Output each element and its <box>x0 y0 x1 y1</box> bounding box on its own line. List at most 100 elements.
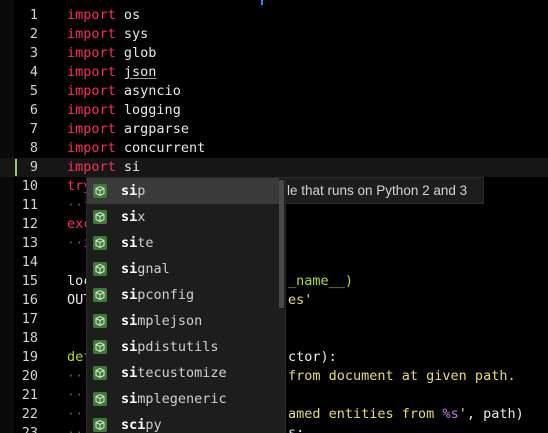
identifier: , path) <box>466 406 524 422</box>
doc-tooltip-text: le that runs on Python 2 and 3 <box>287 183 468 198</box>
package-icon <box>93 288 107 302</box>
autocomplete-item[interactable]: sip <box>87 178 279 204</box>
code-tail: ctor): <box>288 348 337 367</box>
code-text: import asyncio <box>67 82 181 101</box>
code-tail: from document at given path. <box>288 367 516 386</box>
line-number: 17 <box>21 311 38 327</box>
line-change-marker <box>15 159 17 176</box>
package-icon <box>93 314 107 328</box>
package-icon <box>93 340 107 354</box>
dunder-name: _name__) <box>288 273 354 289</box>
code-text: import os <box>67 6 140 25</box>
indent-guide: ·· <box>67 197 84 213</box>
package-icon <box>93 184 107 198</box>
code-line[interactable]: 4 import json <box>0 63 548 82</box>
indent-guide: ·· <box>67 425 84 433</box>
code-text: import si <box>67 158 140 177</box>
package-icon <box>93 210 107 224</box>
code-line[interactable]: 7 import argparse <box>0 120 548 139</box>
code-text: ·· <box>67 424 83 433</box>
line-number: 21 <box>21 387 38 403</box>
package-icon <box>93 236 107 250</box>
identifier: logging <box>123 102 181 118</box>
line-number: 7 <box>29 121 38 137</box>
code-text: ·· <box>67 405 83 424</box>
identifier: os <box>123 7 141 23</box>
keyword: import <box>67 26 116 42</box>
line-number: 3 <box>29 45 38 61</box>
autocomplete-item-label: sitecustomize <box>121 365 227 381</box>
autocomplete-item[interactable]: six <box>87 204 279 230</box>
autocomplete-item[interactable]: sitecustomize <box>87 360 279 386</box>
code-editor[interactable]: 1 import os 2 import sys 3 import glob 4 import… <box>0 0 548 433</box>
line-number: 5 <box>29 83 38 99</box>
line-number: 18 <box>21 330 38 346</box>
autocomplete-popup[interactable]: sip six site signal sipconfig simplejson sipdi… <box>86 177 286 433</box>
autocomplete-item[interactable]: scipy <box>87 412 279 433</box>
autocomplete-item-label: signal <box>121 261 170 277</box>
autocomplete-item-label: sipconfig <box>121 287 195 303</box>
code-text: ·· <box>67 386 83 405</box>
code-line[interactable]: 8 import concurrent <box>0 139 548 158</box>
code-line[interactable]: 6 import logging <box>0 101 548 120</box>
code-line[interactable]: 5 import asyncio <box>0 82 548 101</box>
identifier: glob <box>123 45 157 61</box>
identifier: si <box>123 159 141 175</box>
code-text: import argparse <box>67 120 189 139</box>
line-number: 4 <box>29 64 38 80</box>
package-icon <box>93 392 107 406</box>
keyword: import <box>67 140 116 156</box>
line-number: 1 <box>29 7 38 23</box>
autocomplete-item[interactable]: site <box>87 230 279 256</box>
line-number: 9 <box>29 159 38 175</box>
autocomplete-item[interactable]: sipdistutils <box>87 334 279 360</box>
code-line-current[interactable]: 9 import si <box>0 158 548 177</box>
line-number: 14 <box>21 254 38 270</box>
indent-guide: ·· <box>67 387 84 403</box>
keyword: import <box>67 102 116 118</box>
autocomplete-item-label: six <box>121 209 146 225</box>
autocomplete-item[interactable]: sipconfig <box>87 282 279 308</box>
autocomplete-item-label: sip <box>121 183 146 199</box>
code-text: ·· <box>67 367 83 386</box>
autocomplete-scrollbar-thumb[interactable] <box>279 180 284 308</box>
package-icon <box>93 262 107 276</box>
code-text: import logging <box>67 101 181 120</box>
code-line[interactable]: 3 import glob <box>0 44 548 63</box>
code-line[interactable]: 1 import os <box>0 6 548 25</box>
autocomplete-item[interactable]: signal <box>87 256 279 282</box>
top-scroll-marker <box>261 0 263 5</box>
line-number: 19 <box>21 349 38 365</box>
autocomplete-item-label: sipdistutils <box>121 339 219 355</box>
autocomplete-item[interactable]: simplejson <box>87 308 279 334</box>
autocomplete-item[interactable]: simplegeneric <box>87 386 279 412</box>
code-line[interactable]: 2 import sys <box>0 25 548 44</box>
identifier: json <box>123 64 157 80</box>
code-tail: es' <box>288 291 312 310</box>
autocomplete-item-label: simplegeneric <box>121 391 227 407</box>
keyword: import <box>67 83 116 99</box>
code-text: import glob <box>67 44 156 63</box>
code-tail: _name__) <box>288 272 353 291</box>
identifier: ctor): <box>288 349 337 365</box>
autocomplete-item-label: scipy <box>121 417 162 433</box>
line-number: 23 <box>21 425 38 433</box>
keyword: import <box>67 159 116 175</box>
autocomplete-item-label: site <box>121 235 154 251</box>
code-tail: s: <box>288 424 304 433</box>
identifier: asyncio <box>123 83 181 99</box>
code-text: import concurrent <box>67 139 205 158</box>
line-number: 10 <box>21 178 38 194</box>
package-icon <box>93 418 107 432</box>
keyword: import <box>67 7 116 23</box>
line-number: 15 <box>21 273 38 289</box>
keyword: import <box>67 64 116 80</box>
keyword: import <box>67 121 116 137</box>
